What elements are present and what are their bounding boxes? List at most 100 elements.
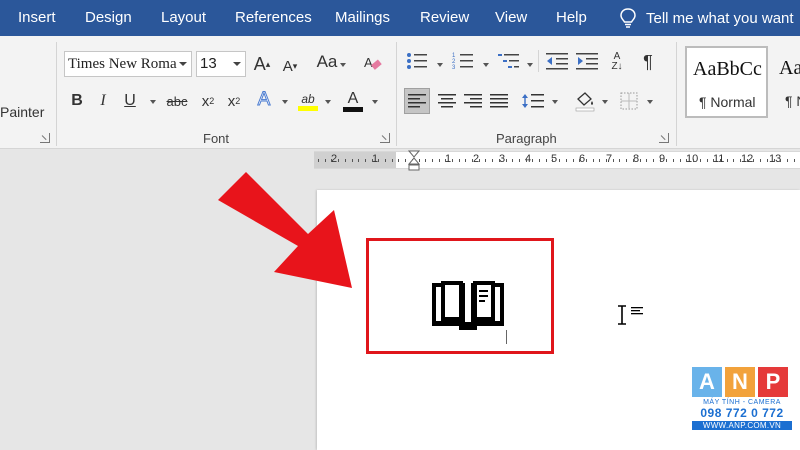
red-arrow-icon <box>218 172 352 288</box>
svg-text:3: 3 <box>452 65 456 70</box>
ruler-tick <box>666 159 667 162</box>
ibeam-cursor-icon <box>618 305 643 325</box>
ruler-tick <box>680 159 681 162</box>
font-size-dropdown[interactable]: 13 <box>196 51 246 77</box>
ruler-tick <box>733 159 734 162</box>
align-center-button[interactable] <box>434 88 460 114</box>
italic-button[interactable]: I <box>97 90 109 112</box>
open-book-icon <box>432 281 504 330</box>
align-left-button[interactable] <box>404 88 430 114</box>
ruler-tick <box>566 159 567 162</box>
ruler-tick <box>392 159 393 162</box>
horizontal-ruler[interactable]: 2112345678910111213 <box>314 150 800 172</box>
show-formatting-button[interactable]: ¶ <box>640 50 656 74</box>
tab-help[interactable]: Help <box>556 0 587 36</box>
tab-mailings[interactable]: Mailings <box>335 0 390 36</box>
align-right-button[interactable] <box>460 88 486 114</box>
text-highlight-button[interactable]: ab <box>296 88 320 114</box>
tab-insert[interactable]: Insert <box>18 0 56 36</box>
chevron-down-icon <box>233 62 241 66</box>
ruler-tick <box>727 159 728 162</box>
strikethrough-button[interactable]: abc <box>165 90 189 112</box>
tab-review[interactable]: Review <box>420 0 469 36</box>
ribbon-tab-bar: Insert Design Layout References Mailings… <box>0 0 800 36</box>
ruler-tick <box>700 159 701 162</box>
shading-button[interactable] <box>572 88 598 114</box>
logo-letter-n: N <box>725 367 755 397</box>
ruler-tick <box>794 159 795 162</box>
ruler-tick <box>559 159 560 162</box>
ruler-tick <box>445 159 446 162</box>
subscript-button[interactable]: x2 <box>198 90 218 112</box>
font-launcher-icon[interactable] <box>380 133 390 143</box>
subscript-base: x <box>201 92 210 110</box>
align-right-icon <box>464 94 482 108</box>
bullets-icon[interactable] <box>406 52 428 70</box>
ruler-tick <box>526 159 527 162</box>
numbering-icon[interactable]: 123 <box>452 52 474 70</box>
chevron-down-icon <box>483 63 489 67</box>
anp-logo: A N P <box>692 367 792 397</box>
justify-button[interactable] <box>486 88 512 114</box>
ruler-tick <box>499 159 500 162</box>
paragraph-launcher-icon[interactable] <box>659 133 669 143</box>
tell-me-search[interactable]: Tell me what you want <box>620 0 794 36</box>
borders-button[interactable] <box>617 88 641 114</box>
line-spacing-button[interactable] <box>520 88 546 114</box>
paragraph-group-label: Paragraph <box>496 131 557 146</box>
superscript-button[interactable]: x2 <box>224 90 244 112</box>
ruler-tick <box>378 159 379 162</box>
chevron-down-icon <box>602 100 608 104</box>
ruler-tick <box>626 159 627 162</box>
font-size-value: 13 <box>200 55 217 72</box>
sort-button[interactable]: A Z↓ <box>608 50 626 74</box>
ruler-tick <box>539 159 540 162</box>
ruler-tick <box>465 159 466 162</box>
increase-indent-icon[interactable] <box>576 52 598 70</box>
multilevel-list-icon[interactable] <box>498 52 520 70</box>
tab-view[interactable]: View <box>495 0 527 36</box>
ruler-tick <box>619 159 620 162</box>
ruler-tick <box>579 159 580 162</box>
underline-button[interactable]: U <box>123 90 137 112</box>
bold-button[interactable]: B <box>70 90 84 112</box>
ruler-tick <box>405 159 406 162</box>
font-color-button[interactable]: A <box>342 88 364 114</box>
clear-formatting-button[interactable]: A <box>362 52 384 74</box>
ruler-tick <box>472 159 473 162</box>
text-effects-button[interactable]: A <box>255 88 273 112</box>
chevron-down-icon <box>340 63 346 67</box>
ruler-tick <box>519 159 520 162</box>
indent-marker-icon[interactable] <box>408 150 420 172</box>
decrease-indent-icon[interactable] <box>546 52 568 70</box>
format-painter-button[interactable]: Painter <box>0 104 44 120</box>
lightbulb-icon <box>620 8 636 28</box>
group-separator <box>56 42 57 146</box>
align-left-icon <box>408 94 426 108</box>
grow-font-button[interactable]: A ▴ <box>252 52 272 76</box>
ruler-tick <box>787 159 788 162</box>
font-color-bar <box>343 106 363 112</box>
tab-design[interactable]: Design <box>85 0 132 36</box>
font-name-dropdown[interactable]: Times New Roma <box>64 51 192 77</box>
style-no-spacing[interactable]: AaB ¶ N <box>772 46 800 118</box>
highlight-color-bar <box>298 105 318 111</box>
ruler-tick <box>372 159 373 162</box>
ruler-tick <box>432 159 433 162</box>
ruler-tick <box>707 159 708 162</box>
borders-icon <box>620 92 638 110</box>
style-sample: AaBbCc <box>693 58 762 80</box>
ruler-tick <box>686 159 687 162</box>
ruler-tick <box>479 159 480 162</box>
tab-references[interactable]: References <box>235 0 312 36</box>
eraser-icon: A <box>364 55 382 70</box>
change-case-button[interactable]: Aa <box>312 50 342 74</box>
ruler-tick <box>586 159 587 162</box>
ruler-tick <box>653 159 654 162</box>
shrink-font-button[interactable]: A ▾ <box>280 54 300 78</box>
style-normal[interactable]: AaBbCc ¶ Normal <box>685 46 768 118</box>
ruler-tick <box>599 159 600 162</box>
clipboard-launcher-icon[interactable] <box>40 133 50 143</box>
tab-layout[interactable]: Layout <box>161 0 206 36</box>
ribbon-home: Painter Times New Roma 13 A ▴ A ▾ Aa A B I… <box>0 36 800 149</box>
